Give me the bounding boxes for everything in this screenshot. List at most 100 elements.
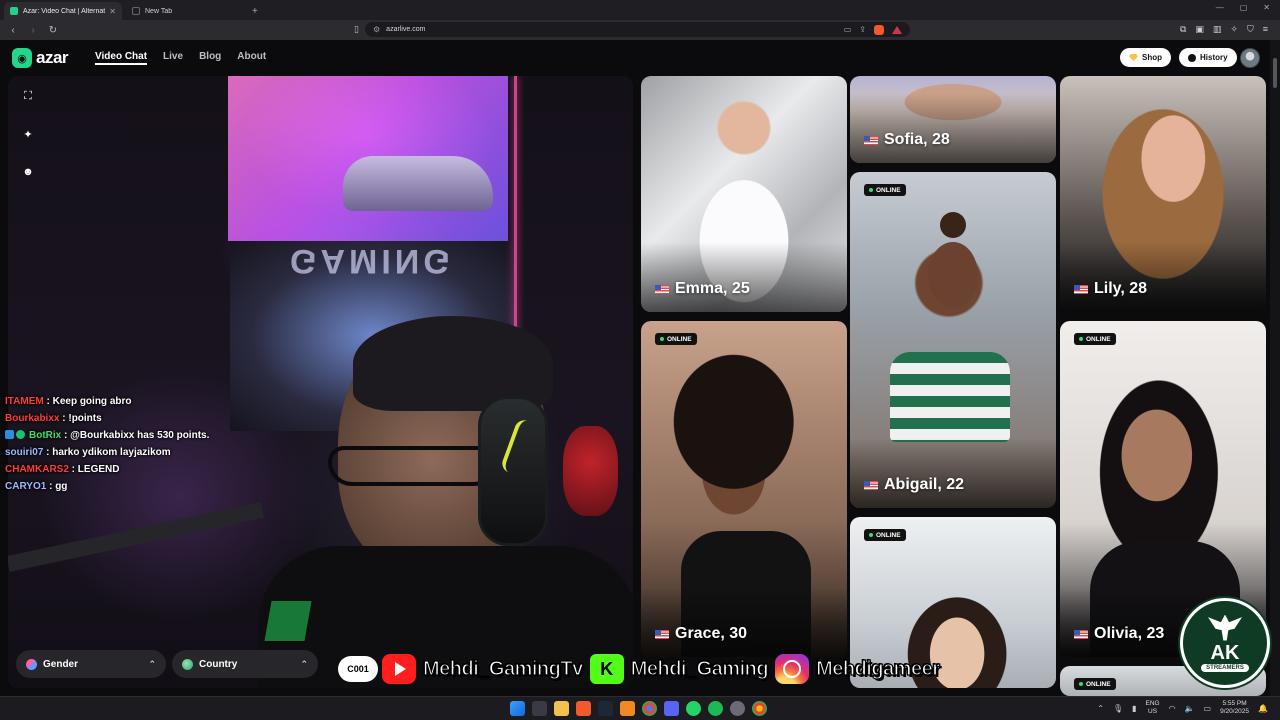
screen: Azar: Video Chat | Alternative ✕ New Tab… bbox=[0, 0, 1280, 720]
address-toolbar: ‹ › ↻ ▯ ⚙ azarlive.com ▭ ⇪ ⧉ ▣ ▥ ✧ ⛉ ≡ bbox=[0, 20, 1280, 40]
menu-icon[interactable]: ≡ bbox=[1263, 24, 1268, 35]
chat-text: Keep going abro bbox=[52, 396, 132, 407]
url-bar[interactable]: ⚙ azarlive.com ▭ ⇪ bbox=[365, 22, 910, 37]
eagle-icon bbox=[1208, 614, 1242, 641]
vlc-icon[interactable] bbox=[620, 701, 635, 716]
bookmark-icon[interactable]: ▯ bbox=[354, 24, 359, 35]
tray-app-icon[interactable]: ▮ bbox=[1132, 704, 1136, 713]
battery-icon[interactable]: ▭ bbox=[1204, 704, 1212, 713]
nav-live[interactable]: Live bbox=[163, 51, 183, 65]
card-shade bbox=[850, 438, 1056, 508]
profile-card-abigail[interactable]: ONLINE Abigail, 22 bbox=[850, 172, 1056, 508]
face bbox=[928, 242, 978, 308]
url-text: azarlive.com bbox=[386, 26, 426, 33]
profile-card-grace[interactable]: ONLINE Grace, 30 bbox=[641, 321, 847, 657]
effects-sparkle-icon[interactable]: ✦ bbox=[22, 128, 34, 141]
close-tab-icon[interactable]: ✕ bbox=[109, 7, 116, 16]
nav-video-chat[interactable]: Video Chat bbox=[95, 51, 148, 65]
new-tab-plus-icon[interactable]: + bbox=[252, 6, 258, 17]
shop-button[interactable]: Shop bbox=[1120, 48, 1171, 67]
spotify-icon[interactable] bbox=[708, 701, 723, 716]
wifi-icon[interactable]: ◠ bbox=[1169, 704, 1176, 713]
ak-text: AK bbox=[1210, 641, 1240, 664]
online-dot-icon bbox=[660, 337, 664, 341]
brave-icon[interactable] bbox=[576, 701, 591, 716]
back-icon[interactable]: ‹ bbox=[8, 25, 18, 36]
close-window-icon[interactable]: ✕ bbox=[1263, 3, 1270, 12]
notifications-icon[interactable]: 🔔 bbox=[1258, 704, 1268, 713]
country-filter-button[interactable]: Country ⌃ bbox=[172, 650, 318, 678]
azar-logo[interactable]: ◉ azar bbox=[12, 48, 69, 68]
us-flag-icon bbox=[1074, 629, 1088, 639]
window-controls: — ▢ ✕ bbox=[1216, 3, 1270, 12]
country-label: Country bbox=[199, 658, 238, 670]
share-icon[interactable]: ⇪ bbox=[859, 25, 866, 34]
profile-card-emma[interactable]: Emma, 25 bbox=[641, 76, 847, 312]
face-filter-icon[interactable]: ☻ bbox=[22, 166, 34, 178]
streamer-social-overlay: C001 Mehdi_GamingTv K Mehdi_Gaming Mehdi… bbox=[338, 650, 946, 688]
tab-azar[interactable]: Azar: Video Chat | Alternative ✕ bbox=[4, 2, 122, 20]
profile-label: Grace, 30 bbox=[655, 625, 747, 643]
extensions-icon[interactable]: ⧉ bbox=[1180, 24, 1186, 35]
lang-bottom: US bbox=[1148, 708, 1158, 715]
discord-icon[interactable] bbox=[664, 701, 679, 716]
history-button[interactable]: History bbox=[1179, 48, 1237, 67]
nav-blog[interactable]: Blog bbox=[199, 51, 221, 65]
online-text: ONLINE bbox=[1086, 680, 1111, 688]
chat-user: CARYO1 bbox=[5, 481, 47, 492]
microphone-icon[interactable]: 🎙 bbox=[1113, 704, 1123, 713]
chat-message: Bourkabixx : !points bbox=[5, 413, 102, 424]
online-badge: ONLINE bbox=[864, 184, 906, 196]
store-icon[interactable] bbox=[532, 701, 547, 716]
kick-icon: K bbox=[589, 654, 624, 684]
scrollbar-thumb[interactable] bbox=[1273, 58, 1277, 88]
file-explorer-icon[interactable] bbox=[554, 701, 569, 716]
profile-card-lily[interactable]: Lily, 28 bbox=[1060, 76, 1266, 312]
forward-icon[interactable]: › bbox=[28, 25, 38, 36]
tab-new[interactable]: New Tab bbox=[126, 2, 244, 20]
settings-gear-icon[interactable] bbox=[730, 701, 745, 716]
gender-filter-button[interactable]: Gender ⌃ bbox=[16, 650, 166, 678]
profile-name: Abigail, 22 bbox=[884, 476, 965, 493]
cast-icon[interactable]: ▭ bbox=[844, 25, 852, 34]
profile-name: Emma, 25 bbox=[675, 280, 750, 297]
brave-shields-icon[interactable] bbox=[874, 24, 884, 35]
figurine bbox=[563, 426, 618, 516]
fullscreen-icon[interactable]: ⛶ bbox=[22, 90, 34, 102]
lang-top: ENG bbox=[1145, 700, 1160, 707]
brave-rewards-icon[interactable] bbox=[892, 25, 902, 34]
chrome-alt-icon[interactable] bbox=[752, 701, 767, 716]
verified-badge-icon bbox=[16, 430, 25, 439]
steam-icon[interactable] bbox=[598, 701, 613, 716]
reload-icon[interactable]: ↻ bbox=[48, 25, 58, 36]
nav-about[interactable]: About bbox=[237, 51, 266, 65]
maximize-icon[interactable]: ▢ bbox=[1240, 3, 1248, 12]
windows-taskbar: ⌃ 🎙 ▮ ENG US ◠ 🔈 ▭ 5:55 PM 9/20/2025 🔔 bbox=[0, 696, 1280, 720]
stream-chat: ITAMEM : Keep going abro Bourkabixx : !p… bbox=[5, 393, 209, 495]
chrome-icon[interactable] bbox=[642, 701, 657, 716]
online-badge: ONLINE bbox=[864, 529, 906, 541]
site-settings-icon[interactable]: ⚙ bbox=[373, 25, 380, 34]
azar-logo-icon: ◉ bbox=[12, 48, 32, 68]
volume-icon[interactable]: 🔈 bbox=[1185, 704, 1195, 713]
minimize-icon[interactable]: — bbox=[1216, 3, 1224, 12]
sidebar-icon[interactable]: ▥ bbox=[1213, 24, 1222, 35]
mic-accent bbox=[264, 601, 312, 641]
clock-display[interactable]: 5:55 PM 9/20/2025 bbox=[1220, 700, 1249, 716]
streamers-text: STREAMERS bbox=[1201, 663, 1249, 672]
language-indicator[interactable]: ENG US bbox=[1146, 700, 1160, 716]
whatsapp-icon[interactable] bbox=[686, 701, 701, 716]
online-text: ONLINE bbox=[667, 335, 692, 343]
youtube-handle: Mehdi_GamingTv bbox=[422, 657, 583, 680]
windows-start-icon[interactable] bbox=[510, 701, 525, 716]
kick-handle: Mehdi_Gaming bbox=[630, 657, 769, 680]
leo-icon[interactable]: ✧ bbox=[1230, 24, 1238, 35]
tray-chevron-icon[interactable]: ⌃ bbox=[1097, 704, 1104, 713]
online-dot-icon bbox=[869, 533, 873, 537]
profile-card-sofia[interactable]: Sofia, 28 bbox=[850, 76, 1056, 163]
page-scrollbar[interactable] bbox=[1270, 40, 1280, 696]
vpn-icon[interactable]: ⛉ bbox=[1247, 24, 1254, 35]
wallet-icon[interactable]: ▣ bbox=[1195, 24, 1204, 35]
user-avatar[interactable] bbox=[1240, 48, 1260, 68]
card-shade bbox=[641, 242, 847, 312]
